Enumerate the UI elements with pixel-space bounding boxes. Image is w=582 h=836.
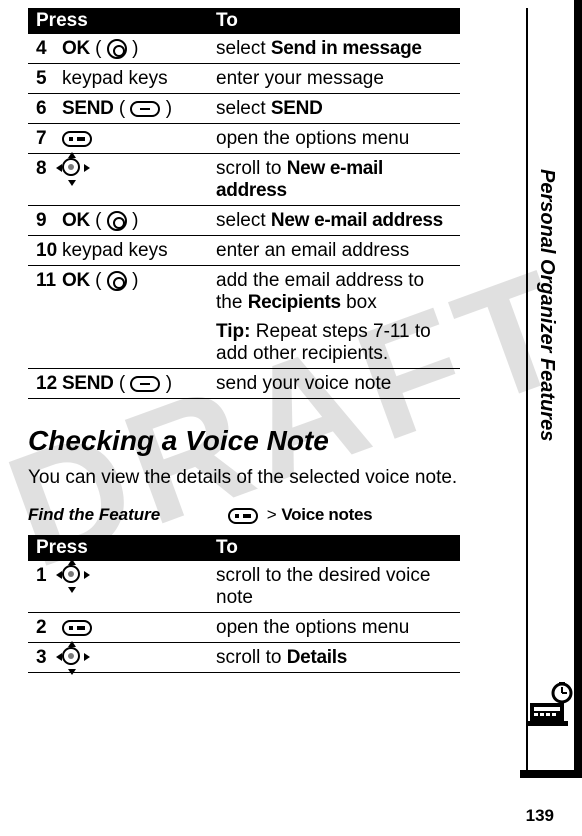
step-num: 12	[36, 373, 62, 395]
to-bold: New e-mail address	[271, 210, 443, 231]
col-to: To	[208, 8, 460, 34]
find-feature-row: Find the Feature > Voice notes	[28, 505, 460, 525]
table-header-row: Press To	[28, 8, 460, 34]
menu-key-icon	[228, 508, 258, 524]
step-num: 5	[36, 68, 62, 90]
page-border-right	[574, 0, 582, 770]
path-separator: >	[267, 505, 277, 524]
col-press: Press	[28, 535, 208, 561]
to-text: open the options menu	[216, 128, 409, 149]
table-row: 4OK ( ) select Send in message	[28, 34, 460, 64]
table-row: 5keypad keys enter your message	[28, 64, 460, 94]
to-bold: Recipients	[248, 292, 341, 313]
side-divider	[526, 8, 528, 770]
table-row: 10keypad keys enter an email address	[28, 236, 460, 266]
side-section-label: Personal Organizer Features	[535, 110, 558, 500]
to-text-post: box	[341, 292, 377, 313]
to-text: scroll to	[216, 647, 287, 668]
to-bold: Send in message	[271, 38, 422, 59]
table-row: 7 open the options menu	[28, 124, 460, 154]
table-row: 11OK ( ) add the email address to the Re…	[28, 266, 460, 318]
nav-key-icon	[62, 158, 84, 180]
table-row: 12SEND ( ) send your voice note	[28, 369, 460, 399]
table-row: 8 scroll to New e-mail address	[28, 154, 460, 206]
find-feature-label: Find the Feature	[28, 505, 228, 525]
table-row: 9OK ( ) select New e-mail address	[28, 206, 460, 236]
to-text: enter an email address	[216, 240, 409, 261]
to-text: scroll to the desired voice note	[216, 565, 430, 608]
to-text: select	[216, 98, 271, 119]
page-number: 139	[526, 806, 554, 826]
key-label: OK	[62, 38, 90, 59]
table-header-row: Press To	[28, 535, 460, 561]
col-press: Press	[28, 8, 208, 34]
key-label: keypad keys	[62, 68, 168, 89]
step-num: 9	[36, 210, 62, 232]
tip-label: Tip:	[216, 321, 250, 342]
key-label: OK	[62, 210, 90, 231]
center-key-icon	[107, 210, 127, 232]
key-label: SEND	[62, 98, 114, 119]
nav-key-icon	[62, 565, 84, 587]
to-bold: Details	[287, 647, 347, 668]
step-num: 11	[36, 270, 62, 292]
page: DRAFT Personal Organizer Features Press …	[0, 0, 582, 836]
path-item: Voice notes	[281, 505, 372, 524]
key-label: keypad keys	[62, 240, 168, 261]
step-num: 4	[36, 38, 62, 60]
menu-key-icon	[62, 620, 92, 636]
menu-key-icon	[62, 131, 92, 147]
center-key-icon	[107, 38, 127, 60]
to-text: send your voice note	[216, 373, 391, 394]
step-num: 7	[36, 128, 62, 150]
to-text: scroll to	[216, 158, 287, 179]
table-row: 6SEND ( ) select SEND	[28, 94, 460, 124]
to-text: open the options menu	[216, 617, 409, 638]
steps-table-1: Press To 4OK ( ) select Send in message …	[28, 8, 460, 399]
table-row: 2 open the options menu	[28, 613, 460, 643]
main-content: Press To 4OK ( ) select Send in message …	[0, 0, 460, 673]
find-feature-path: > Voice notes	[228, 505, 372, 525]
center-key-icon	[107, 270, 127, 292]
table-row-tip: Tip: Repeat steps 7-11 to add other reci…	[28, 317, 460, 369]
nav-key-icon	[62, 647, 84, 669]
key-label: OK	[62, 270, 90, 291]
section-heading: Checking a Voice Note	[28, 425, 460, 457]
to-text: select	[216, 210, 271, 231]
softkey-dash-icon	[130, 101, 160, 117]
softkey-dash-icon	[130, 376, 160, 392]
step-num: 6	[36, 98, 62, 120]
typewriter-icon	[524, 681, 574, 736]
key-label: SEND	[62, 373, 114, 394]
table-row: 1 scroll to the desired voice note	[28, 561, 460, 613]
step-num: 10	[36, 240, 62, 262]
steps-table-2: Press To 1 scroll to the desired voice n…	[28, 535, 460, 673]
to-text: select	[216, 38, 271, 59]
to-bold: SEND	[271, 98, 323, 119]
table-row: 3 scroll to Details	[28, 643, 460, 673]
col-to: To	[208, 535, 460, 561]
to-text: enter your message	[216, 68, 384, 89]
step-num: 2	[36, 617, 62, 639]
page-border-bottom	[520, 770, 582, 778]
section-intro: You can view the details of the selected…	[28, 467, 460, 489]
